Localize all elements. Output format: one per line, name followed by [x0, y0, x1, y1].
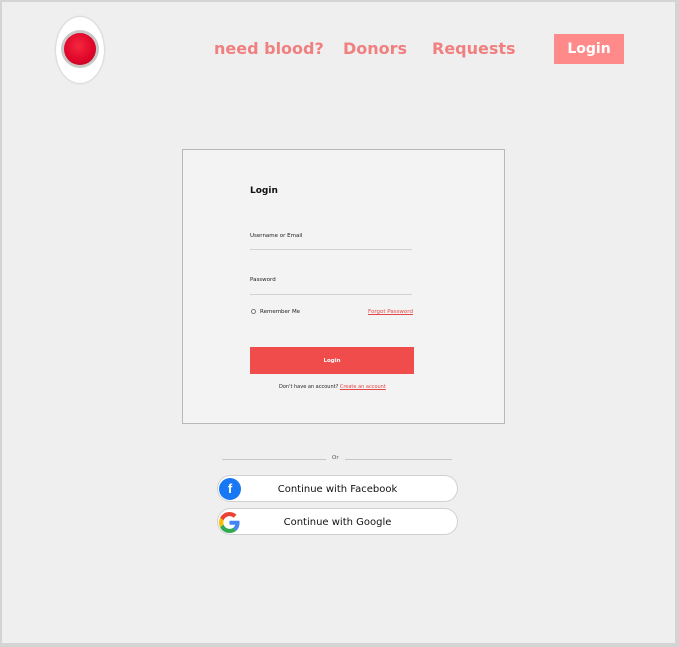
divider-line-left: [222, 459, 326, 460]
username-underline: [250, 249, 412, 250]
login-submit-button[interactable]: Login: [250, 347, 414, 374]
continue-with-google-button[interactable]: Continue with Google: [217, 508, 458, 535]
or-divider-text: Or: [332, 455, 339, 461]
remember-me-checkbox[interactable]: [251, 309, 256, 314]
nav-login-button[interactable]: Login: [554, 34, 624, 64]
divider-line-right: [345, 459, 452, 460]
continue-with-facebook-button[interactable]: f Continue with Facebook: [217, 475, 458, 502]
google-button-label: Continue with Google: [283, 517, 392, 528]
password-underline: [250, 294, 412, 295]
blood-drop-logo[interactable]: [56, 17, 104, 83]
signup-prompt: Don't have an account? Create an account: [279, 384, 386, 390]
nav-link-donors[interactable]: Donors: [343, 39, 407, 58]
remember-me-label: Remember Me: [260, 309, 301, 315]
login-title: Login: [250, 186, 278, 196]
logo-red-dot: [64, 33, 96, 65]
forgot-password-link[interactable]: Forgot Password: [368, 309, 413, 315]
facebook-button-label: Continue with Facebook: [277, 484, 398, 495]
nav-link-need-blood[interactable]: need blood?: [214, 39, 324, 58]
login-card: Login Username or Email Password Remembe…: [182, 149, 505, 424]
nav-link-requests[interactable]: Requests: [432, 39, 516, 58]
no-account-text: Don't have an account?: [279, 384, 339, 390]
create-account-link[interactable]: Create an account: [340, 384, 386, 390]
